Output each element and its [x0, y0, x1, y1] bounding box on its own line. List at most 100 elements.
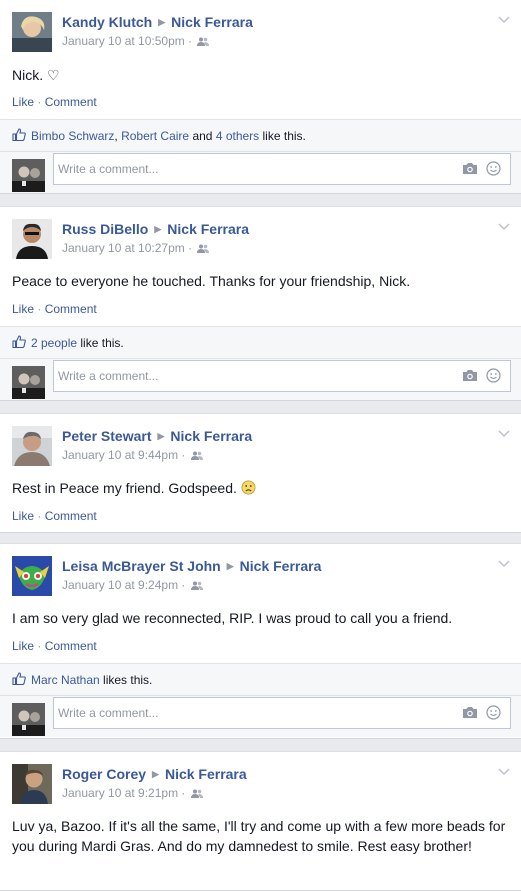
- camera-icon[interactable]: [462, 162, 478, 180]
- chevron-down-icon[interactable]: [497, 426, 511, 438]
- friends-icon[interactable]: [197, 242, 210, 256]
- target-link[interactable]: Nick Ferrara: [171, 14, 253, 30]
- likers-link[interactable]: 2 people: [31, 336, 77, 350]
- comment-placeholder: Write a comment...: [58, 162, 159, 176]
- emoji-icon[interactable]: [486, 161, 501, 181]
- comment-placeholder: Write a comment...: [58, 369, 159, 383]
- comment-input[interactable]: Write a comment...: [53, 153, 511, 185]
- arrow-icon: ▶: [157, 431, 165, 441]
- post-card: Russ DiBello ▶ Nick Ferrara January 10 at …: [0, 206, 521, 401]
- likes-and: and: [192, 129, 213, 143]
- comment-composer: Write a comment...: [0, 695, 521, 737]
- action-dot: ·: [37, 302, 42, 316]
- post-card: Peter Stewart ▶ Nick Ferrara January 10 at…: [0, 413, 521, 533]
- post-card: Kandy Klutch ▶ Nick Ferrara January 10 at …: [0, 0, 521, 194]
- arrow-icon: ▶: [226, 561, 234, 571]
- timestamp[interactable]: January 10 at 10:27pm: [62, 241, 185, 255]
- meta-dot: ·: [181, 578, 186, 592]
- comment-composer: Write a comment...: [0, 151, 521, 193]
- friends-icon[interactable]: [190, 579, 203, 593]
- heart-icon: ♡: [47, 67, 60, 83]
- thumbs-up-icon: [12, 128, 26, 144]
- timestamp[interactable]: January 10 at 9:21pm: [62, 786, 178, 800]
- likes-bar: 2 people like this.: [0, 326, 521, 359]
- sad-face-icon: [241, 480, 256, 500]
- others-link[interactable]: 4 others: [216, 129, 259, 143]
- like-link[interactable]: Like: [12, 95, 34, 109]
- friends-icon[interactable]: [190, 787, 203, 801]
- comment-input[interactable]: Write a comment...: [53, 697, 511, 729]
- avatar: [12, 159, 45, 192]
- timestamp[interactable]: January 10 at 9:24pm: [62, 578, 178, 592]
- like-link[interactable]: Like: [12, 509, 34, 523]
- like-link[interactable]: Like: [12, 639, 34, 653]
- liker-link[interactable]: Robert Caire: [121, 129, 189, 143]
- likes-suffix: like this.: [262, 129, 306, 143]
- action-dot: ·: [37, 95, 42, 109]
- target-link[interactable]: Nick Ferrara: [167, 221, 249, 237]
- arrow-icon: ▶: [158, 17, 166, 27]
- arrow-icon: ▶: [152, 769, 159, 779]
- friends-icon[interactable]: [197, 35, 210, 49]
- comment-input[interactable]: Write a comment...: [53, 360, 511, 392]
- post-card: Leisa McBrayer St John ▶ Nick Ferrara Janu…: [0, 543, 521, 739]
- action-dot: ·: [37, 509, 42, 523]
- comment-link[interactable]: Comment: [45, 639, 97, 653]
- likes-suffix: like this.: [80, 336, 124, 350]
- comment-link[interactable]: Comment: [45, 509, 97, 523]
- author-link[interactable]: Kandy Klutch: [62, 14, 152, 30]
- post-card: Roger Corey ▶ Nick Ferrara January 10 at 9…: [0, 751, 521, 891]
- meta-dot: ·: [188, 241, 193, 255]
- likes-bar: Bimbo Schwarz, Robert Caire and 4 others…: [0, 119, 521, 152]
- meta-dot: ·: [181, 448, 186, 462]
- post-text: Luv ya, Bazoo. If it's all the same, I'l…: [12, 818, 506, 854]
- chevron-down-icon[interactable]: [497, 764, 511, 776]
- friends-icon[interactable]: [190, 449, 203, 463]
- comment-link[interactable]: Comment: [45, 95, 97, 109]
- camera-icon[interactable]: [462, 706, 478, 724]
- chevron-down-icon[interactable]: [497, 12, 511, 24]
- avatar[interactable]: [12, 12, 52, 52]
- action-dot: ·: [37, 639, 42, 653]
- comment-composer: Write a comment...: [0, 358, 521, 400]
- liker-link[interactable]: Marc Nathan: [31, 673, 100, 687]
- emoji-icon[interactable]: [486, 705, 501, 725]
- avatar: [12, 366, 45, 399]
- thumbs-up-icon: [12, 672, 26, 688]
- arrow-icon: ▶: [154, 224, 162, 234]
- chevron-down-icon[interactable]: [497, 219, 511, 231]
- likes-suffix: likes this.: [103, 673, 153, 687]
- author-link[interactable]: Roger Corey: [62, 766, 146, 782]
- target-link[interactable]: Nick Ferrara: [170, 428, 252, 444]
- post-text: I am so very glad we reconnected, RIP. I…: [12, 610, 453, 626]
- like-link[interactable]: Like: [12, 302, 34, 316]
- post-message: Nick.: [12, 67, 44, 83]
- timestamp[interactable]: January 10 at 10:50pm: [62, 34, 185, 48]
- camera-icon[interactable]: [462, 369, 478, 387]
- post-text: Rest in Peace my friend. Godspeed.: [12, 478, 256, 500]
- post-message: Rest in Peace my friend. Godspeed.: [12, 480, 237, 496]
- meta-dot: ·: [181, 786, 186, 800]
- avatar[interactable]: [12, 219, 52, 259]
- comment-link[interactable]: Comment: [45, 302, 97, 316]
- avatar[interactable]: [12, 426, 52, 466]
- chevron-down-icon[interactable]: [497, 556, 511, 568]
- target-link[interactable]: Nick Ferrara: [240, 558, 322, 574]
- avatar: [12, 703, 45, 736]
- author-link[interactable]: Peter Stewart: [62, 428, 151, 444]
- author-link[interactable]: Russ DiBello: [62, 221, 148, 237]
- comment-placeholder: Write a comment...: [58, 706, 159, 720]
- likes-comma: ,: [114, 129, 118, 143]
- avatar[interactable]: [12, 556, 52, 596]
- post-text: Peace to everyone he touched. Thanks for…: [12, 273, 411, 289]
- thumbs-up-icon: [12, 335, 26, 351]
- author-link[interactable]: Leisa McBrayer St John: [62, 558, 221, 574]
- timestamp[interactable]: January 10 at 9:44pm: [62, 448, 178, 462]
- target-link[interactable]: Nick Ferrara: [165, 766, 247, 782]
- emoji-icon[interactable]: [486, 368, 501, 388]
- meta-dot: ·: [188, 34, 193, 48]
- liker-link[interactable]: Bimbo Schwarz: [31, 129, 114, 143]
- avatar[interactable]: [12, 764, 52, 804]
- likes-bar: Marc Nathan likes this.: [0, 663, 521, 696]
- post-text: Nick. ♡: [12, 65, 60, 85]
